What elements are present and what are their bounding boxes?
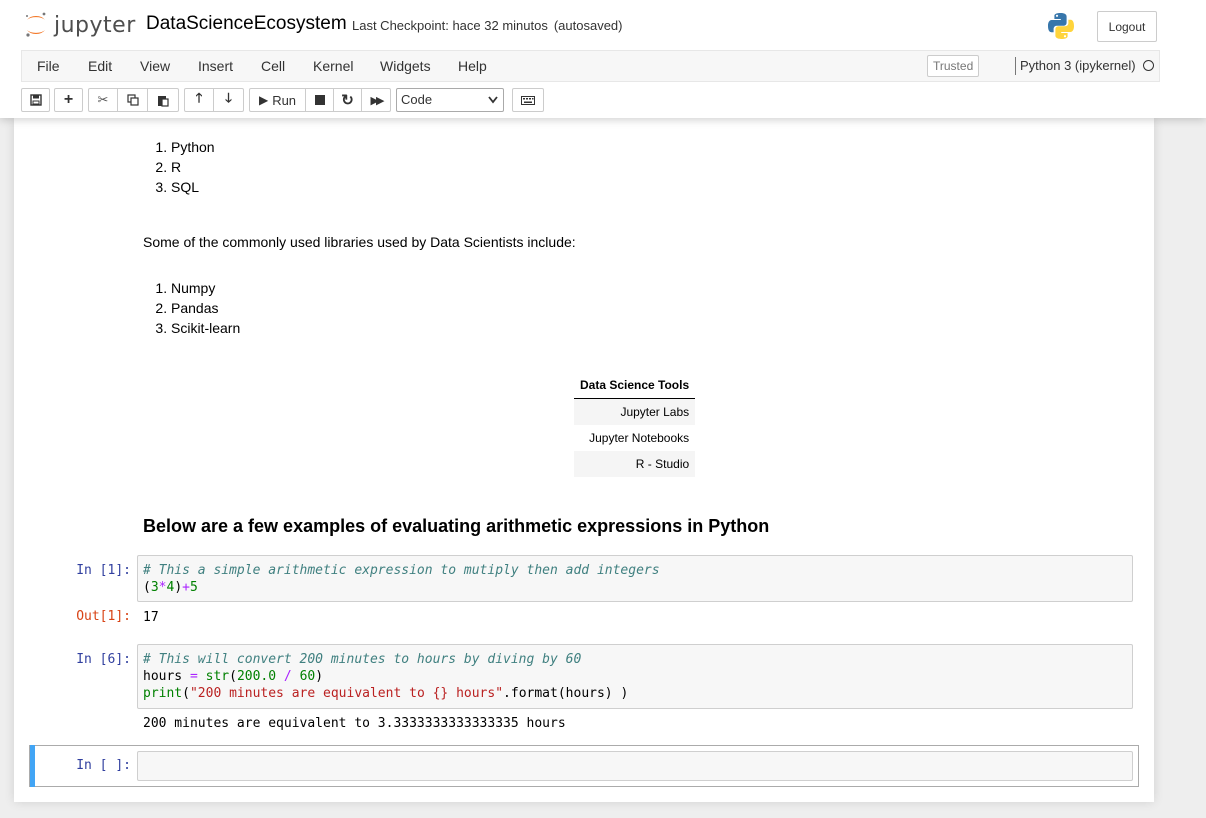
keyboard-icon [521,95,535,105]
code-cell-input[interactable]: # This a simple arithmetic expression to… [137,555,1133,602]
code-comment: # This a simple arithmetic expression to… [143,563,660,578]
plus-icon: + [63,91,74,108]
arithmetic-heading: Below are a few examples of evaluating a… [143,516,770,536]
table-cell: R - Studio [574,451,696,477]
menu-help[interactable]: Help [458,58,487,74]
input-prompt: In [1]: [76,563,131,578]
autosave-status: (autosaved) [553,18,623,33]
kernel-idle-icon [1143,60,1154,71]
list-item: SQL [171,177,215,197]
restart-run-all-button[interactable]: ▶▶ [361,88,391,112]
menu-cell[interactable]: Cell [261,58,285,74]
paste-button[interactable] [147,88,179,112]
table-header: Data Science Tools [574,372,696,399]
kernel-divider [1015,57,1016,75]
menu-file[interactable]: File [37,58,60,74]
tools-table: Data Science Tools Jupyter Labs Jupyter … [574,372,696,477]
save-icon [29,94,42,106]
cut-icon: ✂ [97,92,109,107]
cell-type-select[interactable]: Code [396,88,504,112]
menu-kernel[interactable]: Kernel [313,58,353,74]
list-item: Scikit-learn [171,318,240,338]
copy-button[interactable] [117,88,148,112]
insert-cell-button[interactable]: + [54,88,83,112]
code-cell-input[interactable]: # This will convert 200 minutes to hours… [137,644,1133,709]
menu-view[interactable]: View [140,58,170,74]
menu-edit[interactable]: Edit [88,58,112,74]
python-logo-icon [1048,13,1074,39]
cell-type-value: Code [401,92,433,107]
kernel-name[interactable]: Python 3 (ipykernel) [1020,58,1136,73]
cell-output: 17 [143,610,159,625]
menu-widgets[interactable]: Widgets [380,58,431,74]
stop-icon [314,95,325,105]
jupyter-logo[interactable]: jupyter [24,11,136,39]
arrow-up-icon: 🡑 [195,90,203,105]
libraries-intro: Some of the commonly used libraries used… [143,234,576,250]
list-item: Numpy [171,278,240,298]
list-item: Pandas [171,298,240,318]
run-button[interactable]: ▶ Run [249,88,306,112]
paste-icon [158,95,169,107]
table-cell: Jupyter Labs [574,398,696,425]
list-item: Python [171,137,215,157]
menu-insert[interactable]: Insert [198,58,233,74]
trusted-indicator[interactable]: Trusted [927,55,980,77]
notebook-title[interactable]: DataScienceEcosystem [146,13,347,35]
code-cell-input[interactable] [137,751,1133,781]
list-item: R [171,157,215,177]
code-line: print("200 minutes are equivalent to {} … [143,686,629,701]
input-prompt: In [6]: [76,652,131,667]
output-prompt: Out[1]: [76,609,131,624]
logo-text: jupyter [54,12,136,38]
table-cell: Jupyter Notebooks [589,431,690,445]
run-label: Run [272,92,297,108]
cut-button[interactable]: ✂ [88,88,118,112]
run-icon: ▶ [258,93,269,107]
logout-button[interactable]: Logout [1097,11,1157,42]
checkpoint-status: Last Checkpoint: hace 32 minutos (autosav… [352,18,623,33]
arrow-down-icon: 🡓 [225,90,232,105]
move-up-button[interactable]: 🡑 [184,88,214,112]
jupyter-icon [26,12,46,37]
save-button[interactable] [21,88,50,112]
move-down-button[interactable]: 🡓 [213,88,244,112]
code-line: (3*4)+5 [143,580,198,595]
libraries-list: Numpy Pandas Scikit-learn [143,278,240,338]
code-line: hours = str(200.0 / 60) [143,669,324,684]
copy-icon [126,94,139,106]
input-prompt: In [ ]: [76,758,131,773]
languages-list: Python R SQL [143,137,215,197]
restart-icon: ↻ [341,92,354,109]
checkpoint-text: Last Checkpoint: hace 32 minutos [352,18,548,33]
interrupt-button[interactable] [305,88,334,112]
restart-button[interactable]: ↻ [333,88,362,112]
chevron-down-icon [488,96,498,104]
code-comment: # This will convert 200 minutes to hours… [143,652,582,667]
command-palette-button[interactable] [512,88,544,112]
cell-output: 200 minutes are equivalent to 3.33333333… [143,716,566,731]
menu-bar: File Edit View Insert Cell Kernel Widget… [21,50,1160,82]
notebook-header: jupyter DataScienceEcosystem Last Checkp… [0,0,1206,118]
fast-forward-icon: ▶▶ [370,94,385,107]
